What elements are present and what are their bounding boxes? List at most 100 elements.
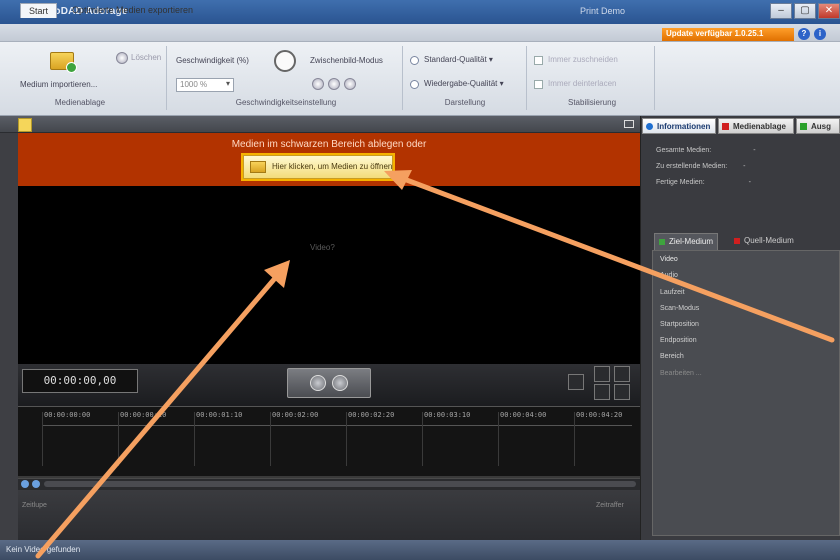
- timeline[interactable]: [18, 406, 640, 476]
- timeline-tick: [574, 412, 575, 466]
- info-icon: [646, 123, 653, 130]
- timeline-scroll-slider[interactable]: [44, 481, 636, 487]
- timeline-tick-label: 00:00:04:20: [576, 411, 623, 419]
- pin-icon[interactable]: [624, 120, 634, 128]
- ribbon-separator: [526, 46, 527, 110]
- edit-link[interactable]: Bearbeiten ...: [660, 370, 702, 377]
- status-text: Kein Video gefunden: [6, 545, 81, 554]
- delete-button[interactable]: Löschen: [131, 53, 161, 62]
- group-label-media-storage: Medienablage: [54, 98, 106, 107]
- close-button[interactable]: ✕: [818, 3, 840, 19]
- info-total-media: Gesamte Medien: -: [656, 147, 756, 154]
- timeline-tick-label: 00:00:00:00: [44, 411, 91, 419]
- timeline-track: [42, 425, 632, 426]
- timeline-tick: [42, 412, 43, 466]
- speed-combo[interactable]: 1000 %: [176, 78, 234, 92]
- timeline-tick: [118, 412, 119, 466]
- subtab-source-label: Quell-Medium: [744, 236, 794, 245]
- left-strip: [0, 133, 18, 540]
- tab-media-storage-label: Medienablage: [733, 122, 786, 131]
- tab-start[interactable]: Start: [20, 3, 58, 18]
- target-medium-icon: [659, 239, 665, 245]
- detail-duration: Laufzeit: [660, 289, 685, 296]
- mark-in-button[interactable]: [614, 366, 630, 382]
- media-storage-icon: [722, 123, 729, 130]
- timelapse-label: Zeitraffer: [596, 502, 624, 509]
- timeline-tick: [346, 412, 347, 466]
- open-media-button[interactable]: Hier klicken, um Medien zu öffnen...: [243, 155, 393, 179]
- video-preview[interactable]: [18, 186, 640, 364]
- timeline-tick: [194, 412, 195, 466]
- crop-checkbox[interactable]: [534, 56, 543, 65]
- info-media-to-create: Zu erstellende Medien: -: [656, 163, 746, 170]
- loop-button[interactable]: [568, 374, 584, 390]
- interframe-mode-2[interactable]: [328, 78, 340, 90]
- timeline-tick: [270, 412, 271, 466]
- timeline-tick-label: 00:00:04:00: [500, 411, 547, 419]
- standard-quality-label[interactable]: Standard-Qualität ▾: [424, 55, 493, 64]
- timeline-tick: [498, 412, 499, 466]
- video-placeholder-label: Video?: [310, 243, 335, 252]
- info-finished-media: Fertige Medien: -: [656, 179, 751, 186]
- zoom-in-icon[interactable]: [21, 480, 29, 488]
- ribbon-separator: [166, 46, 167, 110]
- interframe-label: Zwischenbild-Modus: [310, 56, 383, 65]
- subtab-target-label: Ziel-Medium: [669, 237, 714, 246]
- tab-output-label: Ausg: [811, 122, 831, 131]
- playback-quality-radio[interactable]: [410, 80, 419, 89]
- speed-curve-area[interactable]: [18, 490, 640, 540]
- timecode-display: 00:00:00,00: [22, 369, 138, 393]
- tab-output[interactable]: Ausg: [796, 118, 840, 134]
- slowmotion-label: Zeitlupe: [22, 502, 47, 509]
- update-banner[interactable]: Update verfügbar 1.0.25.1: [662, 28, 794, 41]
- speed-label: Geschwindigkeit (%): [176, 56, 249, 65]
- panel-sticker-icon[interactable]: [18, 118, 32, 132]
- deinterlace-checkbox[interactable]: [534, 80, 543, 89]
- subtab-target-medium[interactable]: Ziel-Medium: [654, 233, 719, 250]
- subtab-source-medium[interactable]: Quell-Medium: [730, 233, 798, 250]
- tab-information-label: Informationen: [657, 122, 711, 131]
- timeline-tick-label: 00:00:00:20: [120, 411, 167, 419]
- source-medium-icon: [734, 238, 740, 244]
- tab-export[interactable]: Optimierte Medien exportieren: [64, 3, 201, 18]
- timeline-tick-label: 00:00:01:10: [196, 411, 243, 419]
- timeline-tick-label: 00:00:02:00: [272, 411, 319, 419]
- zoom-in-button[interactable]: [594, 366, 610, 382]
- detail-end-position: Endposition: [660, 337, 697, 344]
- mark-out-button[interactable]: [614, 384, 630, 400]
- detail-scan-mode: Scan-Modus: [660, 305, 700, 312]
- play-button[interactable]: [332, 375, 348, 391]
- interframe-mode-1[interactable]: [312, 78, 324, 90]
- tab-media-storage[interactable]: Medienablage: [718, 118, 794, 134]
- clock-icon[interactable]: [274, 50, 296, 72]
- zoom-out-button[interactable]: [594, 384, 610, 400]
- open-media-label: Hier klicken, um Medien zu öffnen...: [272, 162, 393, 171]
- playback-quality-label[interactable]: Wiedergabe-Qualität ▾: [424, 79, 504, 88]
- output-icon: [800, 123, 807, 130]
- deinterlace-label: Immer deinterlacen: [548, 79, 617, 88]
- delete-icon[interactable]: [116, 52, 128, 64]
- standard-quality-radio[interactable]: [410, 56, 419, 65]
- zoom-out-icon[interactable]: [32, 480, 40, 488]
- folder-icon: [250, 161, 266, 173]
- rewind-button[interactable]: [310, 375, 326, 391]
- drop-instruction: Medien im schwarzen Bereich ablegen oder: [231, 139, 427, 150]
- detail-audio: Audio: [660, 272, 678, 279]
- ribbon-separator: [402, 46, 403, 110]
- minimize-button[interactable]: –: [770, 3, 792, 19]
- info-icon[interactable]: i: [814, 28, 826, 40]
- tab-information[interactable]: Informationen: [642, 118, 716, 134]
- timeline-tick-label: 00:00:02:20: [348, 411, 395, 419]
- status-bar: [0, 540, 840, 560]
- detail-start-position: Startposition: [660, 321, 699, 328]
- transport-group: [287, 368, 371, 398]
- maximize-button[interactable]: ▢: [794, 3, 816, 19]
- group-label-stabilization: Stabilisierung: [567, 98, 617, 107]
- folder-import-icon[interactable]: [50, 52, 77, 73]
- window-title-middle: Print Demo: [580, 6, 626, 16]
- timeline-tick: [422, 412, 423, 466]
- interframe-mode-3[interactable]: [344, 78, 356, 90]
- help-icon[interactable]: ?: [798, 28, 810, 40]
- crop-label: Immer zuschneiden: [548, 55, 618, 64]
- import-media-button[interactable]: Medium importieren...: [20, 80, 97, 89]
